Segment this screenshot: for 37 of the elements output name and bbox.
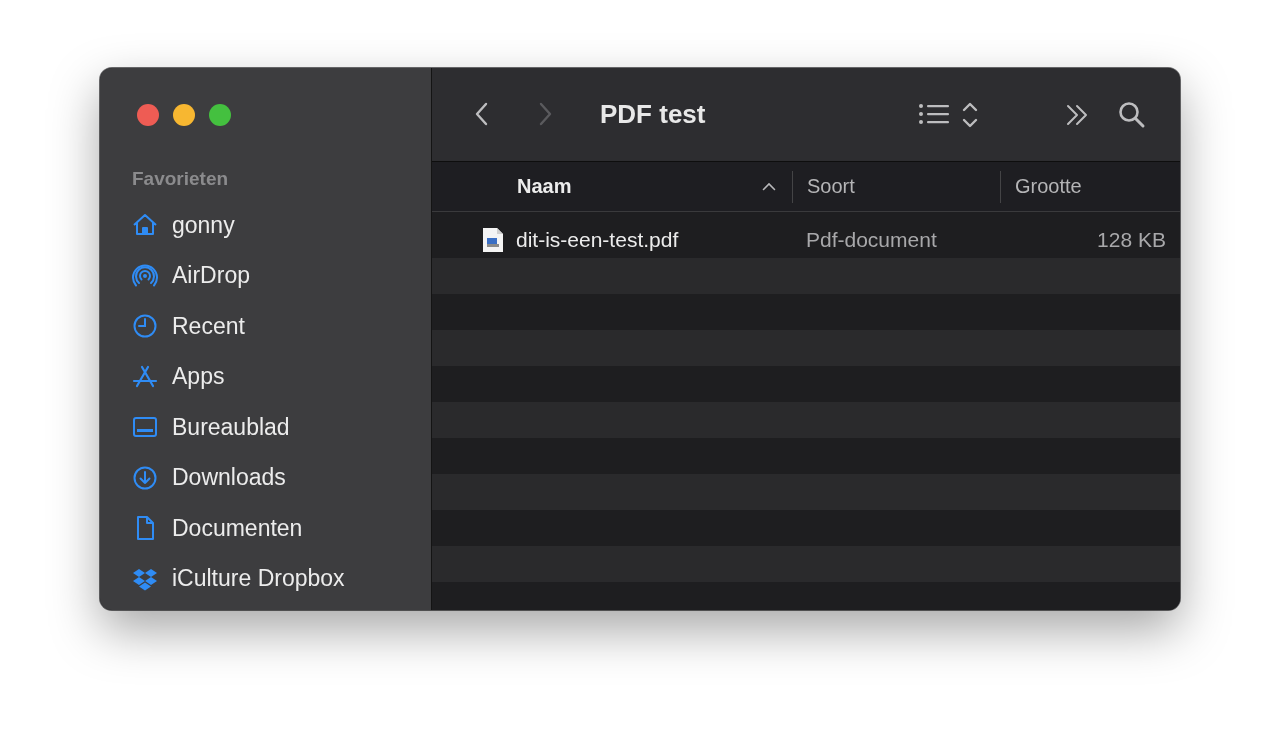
sidebar-item-label[interactable]: Downloads <box>172 464 286 492</box>
sort-caret-icon <box>762 182 776 191</box>
column-header[interactable]: Soort <box>792 170 1000 203</box>
pdf-file-icon <box>482 227 504 253</box>
zoom-button[interactable] <box>209 104 231 126</box>
clock-icon[interactable] <box>132 313 158 340</box>
file-size: 128 KB <box>1096 228 1167 252</box>
sidebar-item[interactable]: AirDrop <box>132 250 431 301</box>
column-header[interactable]: Naam <box>432 170 792 203</box>
sidebar-item[interactable]: Recent <box>132 301 431 352</box>
sidebar-item[interactable]: Downloads <box>132 452 431 503</box>
sidebar-item-label[interactable]: gonny <box>172 211 235 239</box>
back-chevron-icon[interactable] <box>474 101 490 128</box>
sidebar-item-label[interactable]: Bureaublad <box>172 413 290 441</box>
window-title: PDF test <box>600 99 707 130</box>
sidebar-item[interactable]: Bureaublad <box>132 402 431 453</box>
sidebar-item[interactable]: Documenten <box>132 503 431 554</box>
app-store-icon[interactable] <box>132 363 158 390</box>
sidebar-item-label[interactable]: Recent <box>172 312 245 340</box>
file-kind: Pdf-document <box>805 228 938 252</box>
file-name: dit-is-een-test.pdf <box>516 228 679 252</box>
more-chevron-icon[interactable] <box>1066 103 1090 126</box>
sidebar-item[interactable]: Apps <box>132 351 431 402</box>
sidebar-item-label[interactable]: iCulture Dropbox <box>172 565 345 593</box>
close-button[interactable] <box>137 104 159 126</box>
search-icon[interactable] <box>1118 100 1146 129</box>
sidebar-section-title: Favorieten <box>132 168 230 191</box>
sidebar-item-label[interactable]: Apps <box>172 363 225 391</box>
minimize-button[interactable] <box>173 104 195 126</box>
sidebar-item[interactable]: iCulture Dropbox <box>132 553 431 604</box>
sidebar-item[interactable]: gonny <box>132 200 431 251</box>
sidebar-item-label[interactable]: AirDrop <box>172 262 250 290</box>
list-view-icon[interactable] <box>918 100 978 129</box>
airdrop-icon[interactable] <box>132 262 158 289</box>
column-header[interactable]: Grootte <box>1000 170 1180 203</box>
download-icon[interactable] <box>132 464 158 491</box>
sidebar-item-label[interactable]: Documenten <box>172 514 303 542</box>
